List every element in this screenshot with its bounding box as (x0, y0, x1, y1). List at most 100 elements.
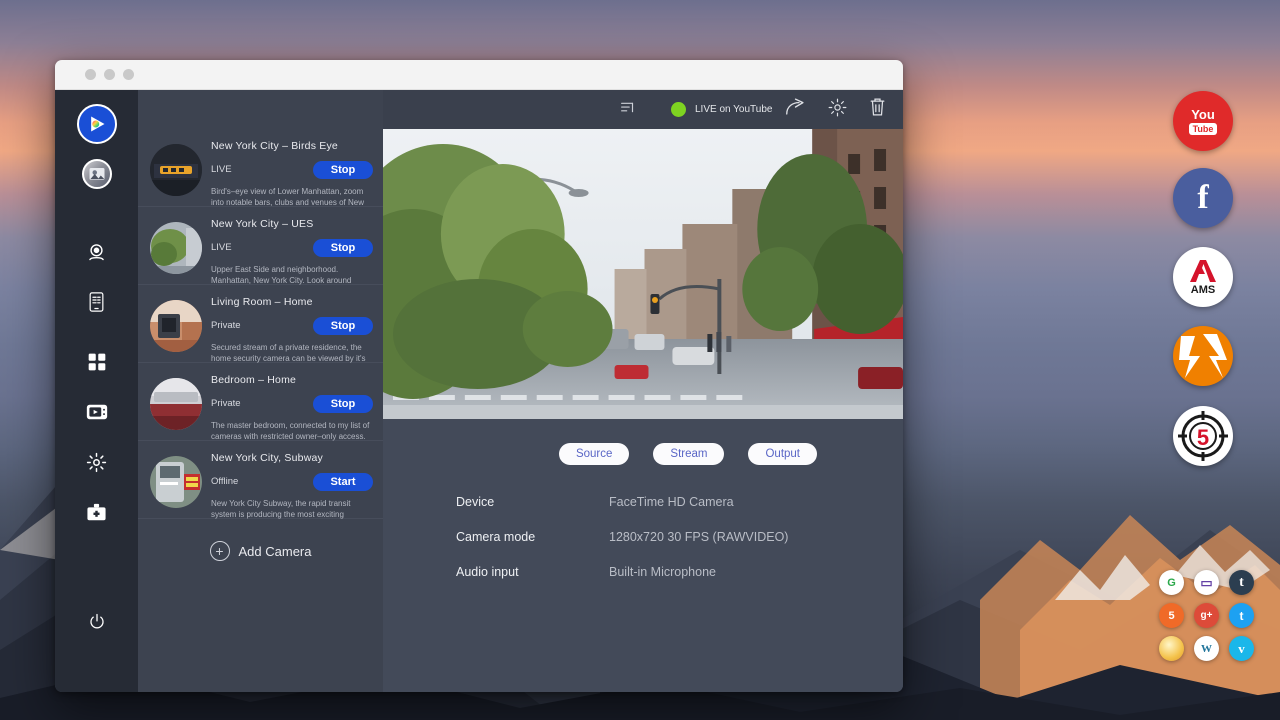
play-triangle-icon (87, 114, 107, 134)
list-item[interactable]: New York City, Subway Offline Start New … (138, 441, 383, 519)
camera-toggle-button[interactable]: Stop (313, 317, 373, 335)
sidebar-item-reports[interactable] (77, 282, 117, 322)
gear-icon[interactable] (828, 98, 847, 122)
dock-icon-youtube[interactable]: You Tube (1173, 91, 1233, 151)
camera-status-row: Private Stop (211, 394, 373, 413)
camera-status: Offline (211, 476, 238, 487)
dock-icon-facebook[interactable]: f (1173, 168, 1233, 228)
spec-value[interactable]: 1280x720 30 FPS (RAWVIDEO) (609, 530, 788, 544)
app-window: New York City – Birds Eye LIVE Stop Bird… (55, 60, 903, 692)
camera-info: Living Room – Home Private Stop Secured … (211, 294, 373, 353)
sidebar-item-power[interactable] (77, 602, 117, 642)
vimeo-icon[interactable]: v (1229, 636, 1254, 661)
svg-text:5: 5 (1197, 425, 1209, 450)
camera-thumbnail (150, 300, 202, 352)
thumbnail-subway-icon (150, 456, 202, 508)
window-minimize-button[interactable] (104, 69, 115, 80)
sunset-app-icon[interactable] (1159, 636, 1184, 661)
main-column: LIVE on YouTube (383, 90, 903, 692)
camera-toggle-button[interactable]: Stop (313, 395, 373, 413)
add-camera-button[interactable]: + Add Camera (138, 519, 383, 561)
avatar-photo-icon (87, 165, 107, 183)
sort-lines-icon[interactable] (620, 100, 635, 120)
dock-mini-grid: G ▭ t 5 g+ t W v (1155, 566, 1260, 665)
spec-value[interactable]: Built-in Microphone (609, 565, 716, 579)
live-indicator-dot (671, 102, 686, 117)
camera-thumbnail (150, 222, 202, 274)
video-frame (383, 129, 903, 419)
dock-icon-livestream-5[interactable]: 5 (1173, 406, 1233, 466)
plus-icon: + (210, 541, 230, 561)
camera-description: New York City Subway, the rapid transit … (211, 498, 373, 520)
toolbar-actions (785, 97, 886, 122)
sidebar-item-support[interactable] (77, 492, 117, 532)
camera-list-column: New York City – Birds Eye LIVE Stop Bird… (138, 90, 383, 692)
first-aid-kit-icon (86, 503, 107, 522)
camera-title: New York City – Birds Eye (211, 140, 373, 152)
spec-key: Audio input (456, 565, 609, 579)
spec-key: Camera mode (456, 530, 609, 544)
list-item[interactable]: New York City – UES LIVE Stop Upper East… (138, 207, 383, 285)
source-specs: Device FaceTime HD Camera Camera mode 12… (383, 465, 903, 600)
window-titlebar (55, 60, 903, 90)
youtube-you-label: You (1191, 108, 1215, 121)
sidebar-item-cameras[interactable] (77, 232, 117, 272)
spec-row-device: Device FaceTime HD Camera (456, 495, 903, 509)
list-item[interactable]: Bedroom – Home Private Stop The master b… (138, 363, 383, 441)
tab-stream[interactable]: Stream (653, 443, 724, 465)
sidebar-item-profile[interactable] (77, 154, 117, 194)
add-camera-label: Add Camera (239, 544, 312, 559)
camera-info: New York City – Birds Eye LIVE Stop Bird… (211, 138, 373, 197)
dock-icon-adobe-ams[interactable]: AMS (1173, 247, 1233, 307)
twitch-icon[interactable]: ▭ (1194, 570, 1219, 595)
camera-info: Bedroom – Home Private Stop The master b… (211, 372, 373, 431)
spec-row-camera-mode: Camera mode 1280x720 30 FPS (RAWVIDEO) (456, 530, 903, 544)
switcher-icon[interactable]: 5 (1159, 603, 1184, 628)
camera-status: Private (211, 398, 241, 409)
list-item[interactable]: New York City – Birds Eye LIVE Stop Bird… (138, 129, 383, 207)
camera-thumbnail (150, 456, 202, 508)
thumbnail-birds-eye-icon (150, 144, 202, 196)
grid-icon (87, 352, 107, 372)
camera-toggle-button[interactable]: Stop (313, 239, 373, 257)
grabyo-icon[interactable]: G (1159, 570, 1184, 595)
live-status: LIVE on YouTube (671, 102, 772, 117)
camera-status-row: Offline Start (211, 472, 373, 491)
camera-status-row: LIVE Stop (211, 238, 373, 257)
camera-title: New York City – UES (211, 218, 373, 230)
camera-toggle-button[interactable]: Stop (313, 161, 373, 179)
window-maximize-button[interactable] (123, 69, 134, 80)
share-arrow-icon[interactable] (785, 98, 806, 121)
thumbnail-ues-icon (150, 222, 202, 274)
twitter-icon[interactable]: t (1229, 603, 1254, 628)
tumblr-icon[interactable]: t (1229, 570, 1254, 595)
camera-toggle-button[interactable]: Start (313, 473, 373, 491)
camera-list-header (138, 90, 383, 129)
wowza-lightning-icon (1173, 326, 1233, 386)
list-item[interactable]: Living Room – Home Private Stop Secured … (138, 285, 383, 363)
sidebar-item-logo[interactable] (77, 104, 117, 144)
sidebar-item-settings[interactable] (77, 442, 117, 482)
thumbnail-living-room-icon (150, 300, 202, 352)
wordpress-icon[interactable]: W (1194, 636, 1219, 661)
google-plus-icon[interactable]: g+ (1194, 603, 1219, 628)
camera-list[interactable]: New York City – Birds Eye LIVE Stop Bird… (138, 129, 383, 692)
sidebar-item-dashboard[interactable] (77, 342, 117, 382)
camera-status-row: Private Stop (211, 316, 373, 335)
sidebar-item-broadcast[interactable] (77, 392, 117, 432)
camera-info: New York City – UES LIVE Stop Upper East… (211, 216, 373, 275)
tab-source[interactable]: Source (559, 443, 629, 465)
spec-value[interactable]: FaceTime HD Camera (609, 495, 734, 509)
video-preview[interactable] (383, 129, 903, 419)
dock-icon-wowza[interactable] (1173, 326, 1233, 386)
toolbar: LIVE on YouTube (383, 90, 903, 129)
window-close-button[interactable] (85, 69, 96, 80)
facebook-f-label: f (1197, 179, 1208, 217)
webcam-icon (86, 242, 107, 263)
tab-output[interactable]: Output (748, 443, 817, 465)
camera-title: Living Room – Home (211, 296, 373, 308)
live-label: LIVE on YouTube (695, 104, 772, 115)
trash-icon[interactable] (869, 97, 886, 122)
camera-title: New York City, Subway (211, 452, 373, 464)
camera-info: New York City, Subway Offline Start New … (211, 450, 373, 509)
